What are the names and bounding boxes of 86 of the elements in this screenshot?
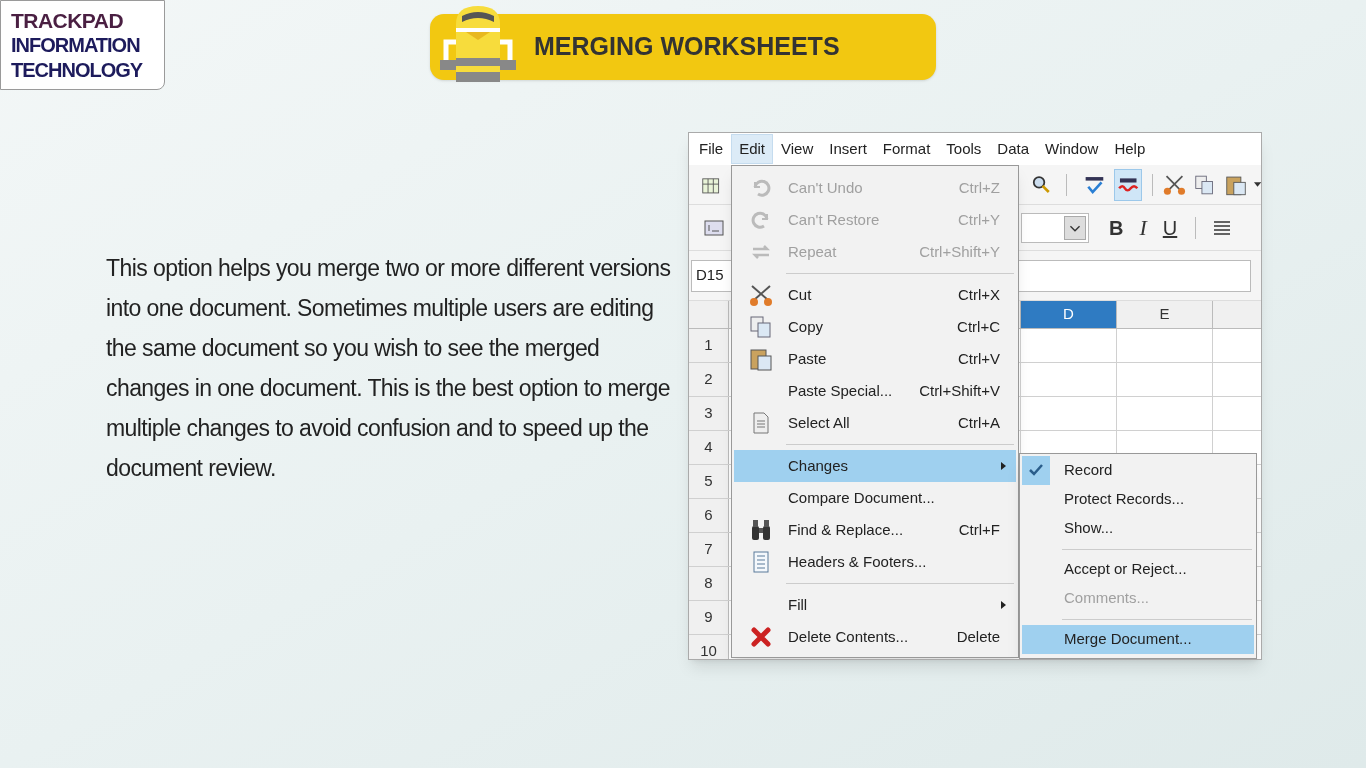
menu-label: Compare Document...: [788, 487, 935, 508]
menu-item[interactable]: Paste Special... Ctrl+Shift+V: [734, 375, 1016, 407]
menu-item[interactable]: Fill: [734, 589, 1016, 621]
menu-label: Changes: [788, 455, 849, 476]
dropdown-icon[interactable]: [1253, 181, 1261, 188]
row-header[interactable]: 8: [689, 567, 729, 600]
menu-item[interactable]: Insert: [821, 134, 875, 164]
menu-item[interactable]: Find & Replace... Ctrl+F: [734, 514, 1016, 546]
row-header[interactable]: 4: [689, 431, 729, 464]
menu-label: Paste Special...: [788, 380, 893, 401]
shortcut-text: Ctrl+C: [957, 316, 1000, 337]
menu-label: Comments...: [1064, 588, 1150, 609]
shortcut-text: Ctrl+A: [957, 412, 1000, 433]
menu-item[interactable]: Compare Document...: [734, 482, 1016, 514]
row-header[interactable]: 1: [689, 329, 729, 362]
menu-item[interactable]: Delete Contents... Delete: [734, 621, 1016, 653]
menu-item[interactable]: Accept or Reject...: [1022, 555, 1254, 584]
column-header[interactable]: E: [1117, 301, 1213, 328]
menu-item[interactable]: Edit: [731, 134, 774, 164]
logo-text: TRACKPAD: [11, 7, 124, 33]
menu-label: Select All: [788, 412, 850, 433]
body-paragraph: This option helps you merge two or more different versions into one document. Sometimes multiple users are editing the same document so you wish to see the merged changes in one document. This is the best option to merge multiple changes to avoid confusion and to speed up the document review.: [106, 254, 672, 483]
search-icon: [1032, 173, 1052, 196]
shortcut-text: Delete: [956, 626, 1000, 647]
menu-item[interactable]: Cut Ctrl+X: [734, 279, 1016, 311]
menu-item[interactable]: Paste Ctrl+V: [734, 343, 1016, 375]
menu-label: Merge Document...: [1064, 629, 1192, 650]
scissors-icon: [749, 283, 773, 307]
paste-icon: [749, 347, 773, 371]
menu-item[interactable]: Changes: [734, 450, 1016, 482]
cell-reference: D15: [696, 265, 724, 286]
menu-item[interactable]: Format: [874, 134, 939, 164]
row-header[interactable]: 2: [689, 363, 729, 396]
menu-label: Paste: [788, 348, 827, 369]
menu-item[interactable]: Merge Document...: [1022, 625, 1254, 654]
column-header[interactable]: D: [1021, 301, 1117, 328]
menu-label: Find & Replace...: [788, 519, 904, 540]
shortcut-text: Ctrl+Shift+V: [919, 380, 1000, 401]
format-button[interactable]: I: [1139, 211, 1147, 244]
shortcut-text: Ctrl+Shift+Y: [919, 241, 1000, 262]
menu-label: Can't Undo: [788, 177, 863, 198]
menu-label: Fill: [788, 594, 808, 615]
format-button[interactable]: B: [1109, 212, 1124, 243]
menu-item[interactable]: Headers & Footers...: [734, 546, 1016, 578]
menu-label: Accept or Reject...: [1064, 559, 1187, 580]
shortcut-text: Ctrl+F: [958, 519, 1000, 540]
menu-item[interactable]: Tools: [938, 134, 990, 164]
menu-label: Show...: [1064, 518, 1114, 539]
slide-title: MERGING WORKSHEETS: [534, 31, 840, 63]
menu-item[interactable]: Window: [1037, 134, 1107, 164]
shortcut-text: Ctrl+Z: [958, 177, 1000, 198]
menu-label: Cut: [788, 284, 812, 305]
menu-item[interactable]: Select All Ctrl+A: [734, 407, 1016, 439]
logo-text: INFORMATION: [11, 32, 140, 58]
menu-label: Record: [1064, 460, 1113, 481]
menu-label: Delete Contents...: [788, 626, 909, 647]
binoculars-icon: [749, 518, 773, 542]
logo-text: TECHNOLOGY: [11, 57, 143, 83]
row-header[interactable]: 3: [689, 397, 729, 430]
menu-item[interactable]: View: [773, 134, 822, 164]
format-button[interactable]: U: [1162, 212, 1178, 243]
menu-item[interactable]: Record: [1022, 456, 1254, 485]
chevron-down-icon: [1064, 215, 1086, 240]
row-header[interactable]: 5: [689, 465, 729, 498]
shortcut-text: Ctrl+X: [957, 284, 1000, 305]
row-header[interactable]: 7: [689, 533, 729, 566]
menu-label: Copy: [788, 316, 824, 337]
menu-label: Repeat: [788, 241, 837, 262]
menu-item[interactable]: Data: [989, 134, 1038, 164]
align-icon[interactable]: [1212, 219, 1233, 236]
row-header[interactable]: 6: [689, 499, 729, 532]
menu-label: Headers & Footers...: [788, 551, 927, 572]
shortcut-text: Ctrl+Y: [957, 209, 1000, 230]
menu-item[interactable]: Protect Records...: [1022, 485, 1254, 514]
row-header[interactable]: 10: [689, 635, 729, 659]
menu-label: Can't Restore: [788, 209, 880, 230]
menu-label: Protect Records...: [1064, 489, 1185, 510]
menu-item[interactable]: Copy Ctrl+C: [734, 311, 1016, 343]
row-header[interactable]: 9: [689, 601, 729, 634]
copy-icon: [749, 315, 773, 339]
delete-icon: [749, 625, 773, 649]
menu-item[interactable]: File: [691, 134, 732, 164]
menu-item[interactable]: Help: [1106, 134, 1154, 164]
menu-item[interactable]: Show...: [1022, 514, 1254, 543]
autospellcheck-icon[interactable]: [1113, 168, 1143, 201]
shortcut-text: Ctrl+V: [957, 348, 1000, 369]
